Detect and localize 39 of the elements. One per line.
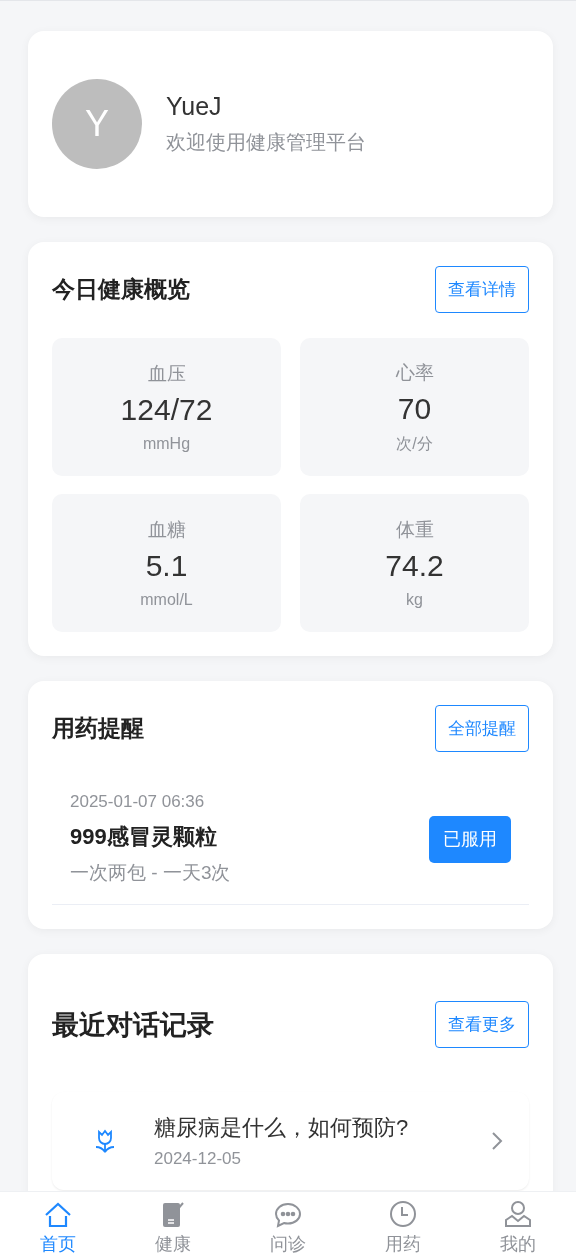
clock-icon — [389, 1200, 418, 1228]
metric-label: 体重 — [395, 518, 434, 542]
taken-button[interactable]: 已服用 — [429, 815, 511, 863]
dosage-text: 一次两包 - 一天3次 — [70, 861, 231, 885]
welcome-text: 欢迎使用健康管理平台 — [166, 130, 366, 155]
metric-value: 124/72 — [120, 393, 213, 427]
metric-value: 74.2 — [385, 549, 444, 583]
tab-item[interactable]: 问诊 — [230, 1192, 346, 1258]
metric-label: 血压 — [147, 362, 186, 386]
tab-item[interactable]: 首页 — [0, 1192, 116, 1258]
tab-item[interactable]: 我的 — [460, 1192, 576, 1258]
all-reminders-button[interactable]: 全部提醒 — [435, 705, 529, 752]
tab-item[interactable]: 健康 — [115, 1192, 231, 1258]
reminder-time: 2025-01-07 06:36 — [70, 792, 206, 812]
user-icon — [504, 1200, 533, 1228]
metric-value: 70 — [397, 391, 432, 426]
section-title: 最近对话记录 — [52, 1008, 214, 1042]
notebook-icon — [160, 1200, 185, 1228]
chat-item[interactable]: 糖尿病是什么，如何预防? 2024-12-05 — [52, 1092, 529, 1190]
tab-item[interactable]: 用药 — [345, 1192, 461, 1258]
chat-question: 糖尿病是什么，如何预防? — [154, 1114, 410, 1142]
metric-unit: 次/分 — [396, 433, 433, 454]
metric-label: 血糖 — [147, 518, 186, 542]
metric-unit: kg — [406, 591, 423, 609]
section-title: 用药提醒 — [52, 714, 144, 743]
metric-unit: mmHg — [142, 435, 191, 453]
home-icon — [43, 1202, 72, 1228]
metric-label: 心率 — [395, 360, 434, 385]
details-button[interactable]: 查看详情 — [435, 266, 529, 313]
chat-bubble-icon — [274, 1202, 302, 1228]
metric-value: 5.1 — [145, 549, 188, 583]
avatar: Y — [52, 79, 142, 169]
chat-date: 2024-12-05 — [154, 1149, 242, 1169]
chevron-right-icon — [491, 1131, 503, 1151]
section-title: 今日健康概览 — [52, 275, 190, 304]
more-button[interactable]: 查看更多 — [435, 1001, 529, 1048]
medicine-name: 999感冒灵颗粒 — [70, 823, 218, 851]
metric-unit: mmol/L — [140, 591, 193, 609]
user-name: YueJ — [166, 92, 223, 121]
